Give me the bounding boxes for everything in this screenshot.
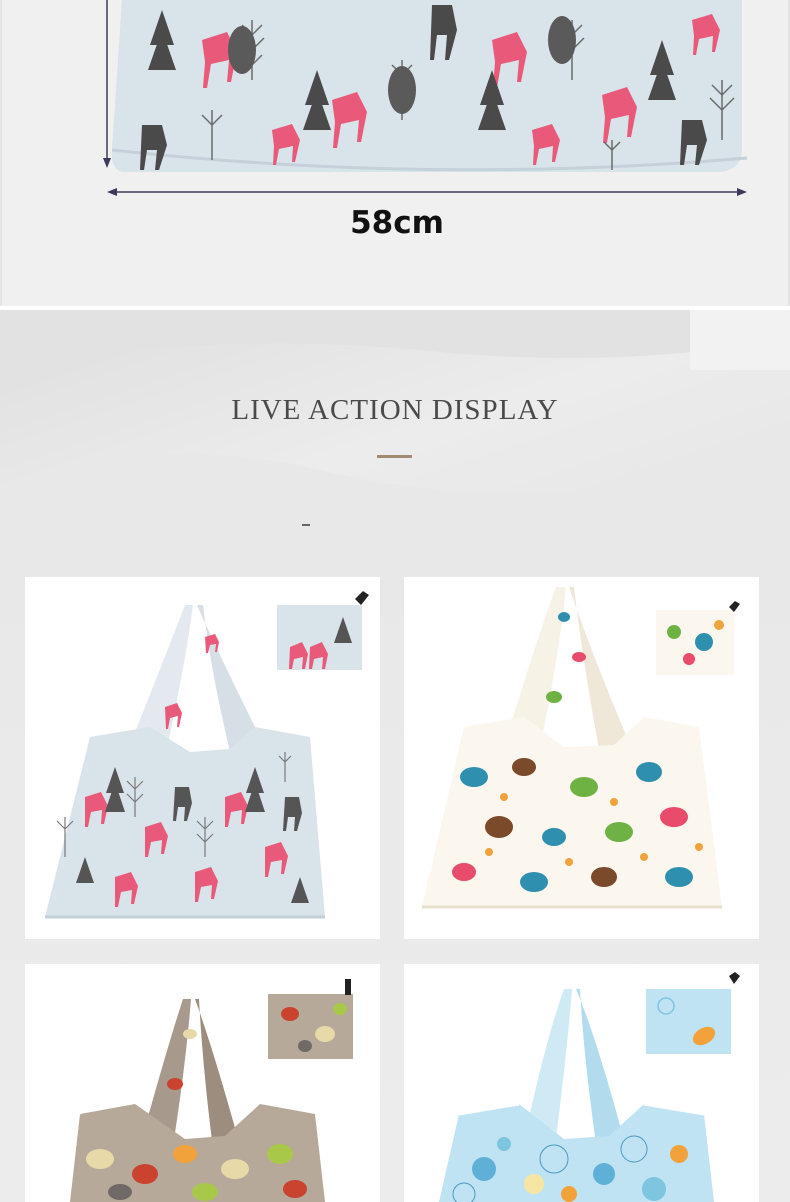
- product-card-deer[interactable]: [25, 577, 380, 939]
- width-label: 58cm: [350, 205, 444, 241]
- product-card-animals[interactable]: [404, 577, 759, 939]
- dimension-section: 58cm: [0, 0, 790, 306]
- background-drape: [0, 310, 790, 570]
- product-card-mushrooms[interactable]: [25, 964, 380, 1202]
- bag-dimension-photo: [111, 0, 748, 172]
- title-underline: [377, 455, 412, 458]
- dandelion-bag-image: [439, 972, 740, 1202]
- width-dimension-arrow: [107, 188, 747, 196]
- deer-bag-image: [45, 591, 369, 919]
- decorative-mark: [302, 524, 310, 526]
- mushrooms-bag-image: [64, 979, 353, 1202]
- section-title: LIVE ACTION DISPLAY: [231, 394, 559, 426]
- animals-bag-image: [422, 587, 740, 909]
- height-dimension-arrow: [103, 0, 111, 168]
- live-action-display-section: LIVE ACTION DISPLAY: [0, 310, 790, 1202]
- product-card-dandelion[interactable]: [404, 964, 759, 1202]
